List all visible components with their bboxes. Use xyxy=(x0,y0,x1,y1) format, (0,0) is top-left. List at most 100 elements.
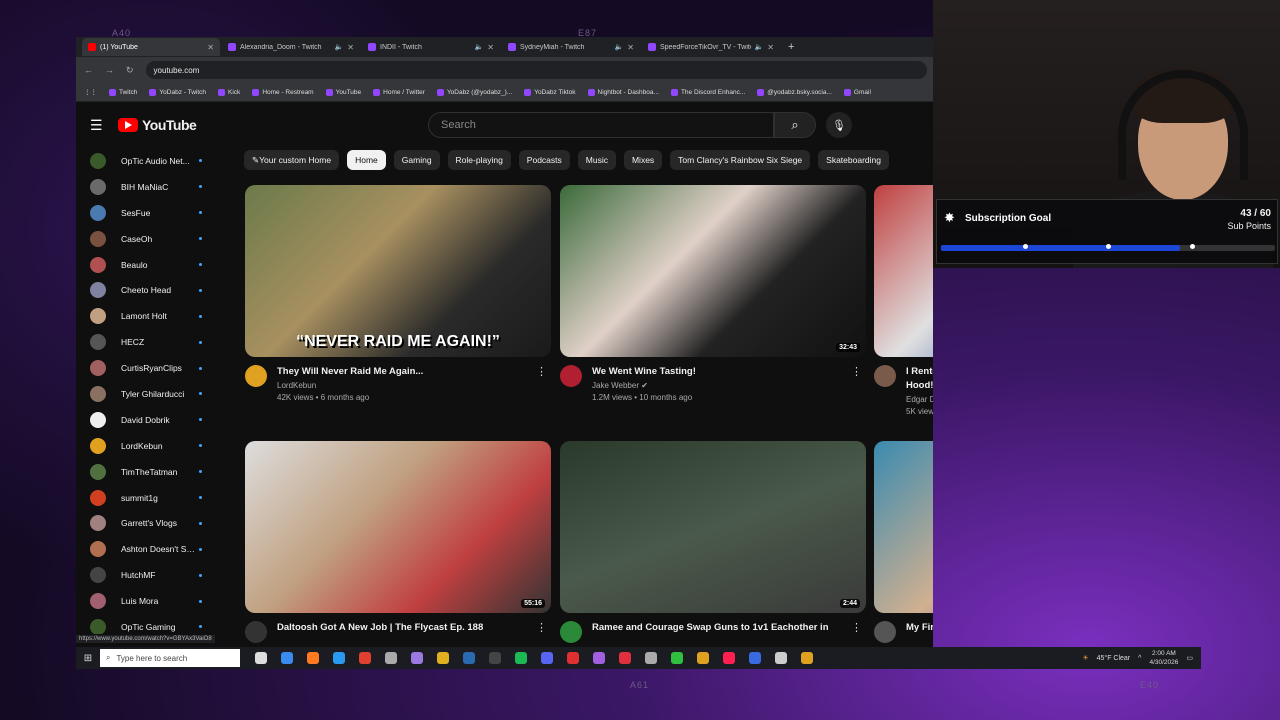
filter-chip[interactable]: Tom Clancy's Rainbow Six Siege xyxy=(670,150,811,170)
hamburger-menu-icon[interactable]: ☰ xyxy=(90,117,118,134)
voice-search-button[interactable]: 🎙 xyxy=(826,112,852,138)
channel-avatar[interactable] xyxy=(245,365,267,387)
bookmark-item[interactable]: YoDabz (@yodabz_)... xyxy=(436,88,512,96)
channel-avatar[interactable] xyxy=(245,621,267,643)
bookmark-item[interactable]: Kick xyxy=(218,88,240,96)
sidebar-channel-item[interactable]: Tyler Ghilarducci xyxy=(76,381,226,407)
speaker-icon[interactable]: 🔈 xyxy=(475,43,484,51)
video-card[interactable]: 55:16 Daltoosh Got A New Job | The Flycas… xyxy=(245,441,551,643)
filter-chip[interactable]: Mixes xyxy=(623,150,663,170)
taskbar-app-icon[interactable] xyxy=(463,652,475,664)
sidebar-channel-item[interactable]: Luis Mora xyxy=(76,588,226,614)
taskbar-app-icon[interactable] xyxy=(515,652,527,664)
back-icon[interactable]: ← xyxy=(84,65,93,75)
speaker-icon[interactable]: 🔈 xyxy=(755,43,764,51)
video-thumbnail[interactable]: 19:39 xyxy=(874,185,933,357)
search-input[interactable]: Search xyxy=(428,112,774,138)
video-thumbnail[interactable]: 32:43 xyxy=(560,185,866,357)
chevron-up-icon[interactable]: ^ xyxy=(1138,655,1141,662)
video-card[interactable]: “NEVER RAID ME AGAIN!” They Will Never Ra… xyxy=(245,185,551,402)
filter-chip[interactable]: Gaming xyxy=(393,150,440,170)
sidebar-channel-item[interactable]: Beaulo xyxy=(76,252,226,278)
video-card[interactable]: 19:39 I Rented an Ice Cream Truck to Feed… xyxy=(874,185,933,416)
close-icon[interactable]: ✕ xyxy=(347,43,354,52)
browser-tab[interactable]: INDII - Twitch 🔈 ✕ xyxy=(362,38,500,56)
more-options-icon[interactable]: ⋮ xyxy=(536,621,547,634)
notification-icon[interactable]: ▭ xyxy=(1186,654,1193,662)
sidebar-channel-item[interactable]: Garrett's Vlogs xyxy=(76,510,226,536)
close-icon[interactable]: ✕ xyxy=(487,43,494,52)
sidebar-channel-item[interactable]: HECZ xyxy=(76,329,226,355)
video-title[interactable]: We Went Wine Tasting! xyxy=(592,365,842,379)
close-icon[interactable]: ✕ xyxy=(627,43,634,52)
bookmark-item[interactable]: Home / Twitter xyxy=(373,88,425,96)
forward-icon[interactable]: → xyxy=(105,65,114,75)
bookmark-item[interactable]: YouTube xyxy=(325,88,361,96)
speaker-icon[interactable]: 🔈 xyxy=(615,43,624,51)
taskbar-app-icon[interactable] xyxy=(333,652,345,664)
taskbar-app-icon[interactable] xyxy=(671,652,683,664)
youtube-logo[interactable]: YouTube xyxy=(118,117,428,133)
taskbar-app-icon[interactable] xyxy=(359,652,371,664)
speaker-icon[interactable]: 🔈 xyxy=(335,43,344,51)
windows-start-icon[interactable]: ⊞ xyxy=(76,653,100,664)
sidebar-channel-item[interactable]: OpTic Gaming xyxy=(76,614,226,634)
taskbar-app-icon[interactable] xyxy=(541,652,553,664)
taskbar-app-icon[interactable] xyxy=(489,652,501,664)
video-title[interactable]: My First CS Tournament in 10 Years.... xyxy=(906,621,933,635)
filter-chip[interactable]: Podcasts xyxy=(518,150,570,170)
more-options-icon[interactable]: ⋮ xyxy=(851,621,862,634)
taskbar-app-icon[interactable] xyxy=(385,652,397,664)
taskbar-app-icon[interactable] xyxy=(645,652,657,664)
sidebar-channel-item[interactable]: Lamont Holt xyxy=(76,303,226,329)
url-field[interactable]: youtube.com xyxy=(145,61,927,79)
sidebar-channel-item[interactable]: CaseOh xyxy=(76,226,226,252)
bookmark-item[interactable]: Gmail xyxy=(843,88,871,96)
browser-tab[interactable]: (1) YouTube ✕ xyxy=(82,38,220,56)
channel-avatar[interactable] xyxy=(560,621,582,643)
more-options-icon[interactable]: ⋮ xyxy=(851,365,862,378)
channel-avatar[interactable] xyxy=(874,621,896,643)
bookmark-item[interactable]: Twitch xyxy=(109,88,137,96)
channel-avatar[interactable] xyxy=(560,365,582,387)
new-tab-button[interactable]: + xyxy=(782,41,800,53)
video-card[interactable]: 48:00 My First CS Tournament in 10 Years.… xyxy=(874,441,933,643)
filter-chip[interactable]: Skateboarding xyxy=(818,150,889,170)
taskbar-app-icon[interactable] xyxy=(619,652,631,664)
more-options-icon[interactable]: ⋮ xyxy=(536,365,547,378)
sidebar-channel-item[interactable]: SesFue xyxy=(76,200,226,226)
taskbar-app-icon[interactable] xyxy=(411,652,423,664)
filter-chip[interactable]: ✎ Your custom Home xyxy=(244,150,340,170)
bookmark-item[interactable]: Home - Restream xyxy=(252,88,314,96)
sidebar-channel-item[interactable]: TimTheTatman xyxy=(76,459,226,485)
taskbar-app-icon[interactable] xyxy=(281,652,293,664)
video-thumbnail[interactable]: 2:44 xyxy=(560,441,866,613)
video-channel[interactable]: Jake Webber ✔ xyxy=(592,381,842,390)
browser-tab[interactable]: Alexandria_Doom - Twitch 🔈 ✕ xyxy=(222,38,360,56)
sidebar-channel-item[interactable]: David Dobrik xyxy=(76,407,226,433)
taskbar-search-input[interactable]: ⌕ Type here to search xyxy=(100,649,240,667)
filter-chip[interactable]: Home xyxy=(347,150,386,170)
sidebar-channel-item[interactable]: HutchMF xyxy=(76,562,226,588)
bookmark-item[interactable]: @yodabz.bsky.socia... xyxy=(757,88,832,96)
close-icon[interactable]: ✕ xyxy=(767,43,774,52)
apps-icon[interactable]: ⋮⋮ xyxy=(84,88,97,96)
video-title[interactable]: Daltoosh Got A New Job | The Flycast Ep.… xyxy=(277,621,527,635)
sidebar-channel-item[interactable]: BIH MaNiaC xyxy=(76,174,226,200)
close-icon[interactable]: ✕ xyxy=(207,43,214,52)
video-card[interactable]: 2:44 Ramee and Courage Swap Guns to 1v1 E… xyxy=(560,441,866,643)
taskbar-app-icon[interactable] xyxy=(307,652,319,664)
sidebar-channel-item[interactable]: Cheeto Head xyxy=(76,277,226,303)
sidebar-channel-item[interactable]: CurtisRyanClips xyxy=(76,355,226,381)
search-button[interactable]: ⌕ xyxy=(774,112,816,138)
taskbar-app-icon[interactable] xyxy=(593,652,605,664)
reload-icon[interactable]: ↻ xyxy=(126,65,134,76)
taskbar-app-icon[interactable] xyxy=(255,652,267,664)
channel-avatar[interactable] xyxy=(874,365,896,387)
taskbar-app-icon[interactable] xyxy=(749,652,761,664)
bookmark-item[interactable]: Nightbot - Dashboa... xyxy=(587,88,659,96)
taskbar-app-icon[interactable] xyxy=(723,652,735,664)
video-thumbnail[interactable]: 48:00 xyxy=(874,441,933,613)
sidebar-channel-item[interactable]: OpTic Audio Net... xyxy=(76,148,226,174)
video-title[interactable]: They Will Never Raid Me Again... xyxy=(277,365,527,379)
